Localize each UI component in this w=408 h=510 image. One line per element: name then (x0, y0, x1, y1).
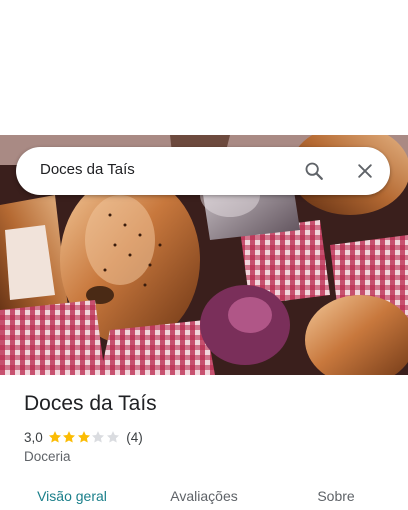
place-title: Doces da Taís (24, 392, 157, 415)
search-box[interactable]: Doces da Taís (16, 147, 390, 195)
search-input[interactable]: Doces da Taís (40, 161, 135, 178)
tab-about[interactable]: Sobre (317, 488, 354, 504)
star-filled-icon (63, 431, 76, 443)
close-icon[interactable] (349, 155, 381, 187)
star-filled-icon (77, 431, 90, 443)
rating-stars (48, 430, 121, 444)
review-count[interactable]: (4) (126, 430, 143, 445)
map-blank-area (0, 0, 408, 135)
search-icon[interactable] (298, 155, 330, 187)
tab-overview[interactable]: Visão geral (37, 488, 107, 504)
star-empty-icon (92, 431, 105, 443)
place-tabs: Visão geral Avaliações Sobre (0, 478, 408, 510)
rating-value: 3,0 (24, 429, 43, 445)
tab-reviews[interactable]: Avaliações (170, 488, 237, 504)
star-filled-icon (48, 431, 61, 443)
star-empty-icon (106, 431, 119, 443)
place-category[interactable]: Doceria (24, 449, 71, 464)
rating-row[interactable]: 3,0 (4) (24, 428, 143, 446)
